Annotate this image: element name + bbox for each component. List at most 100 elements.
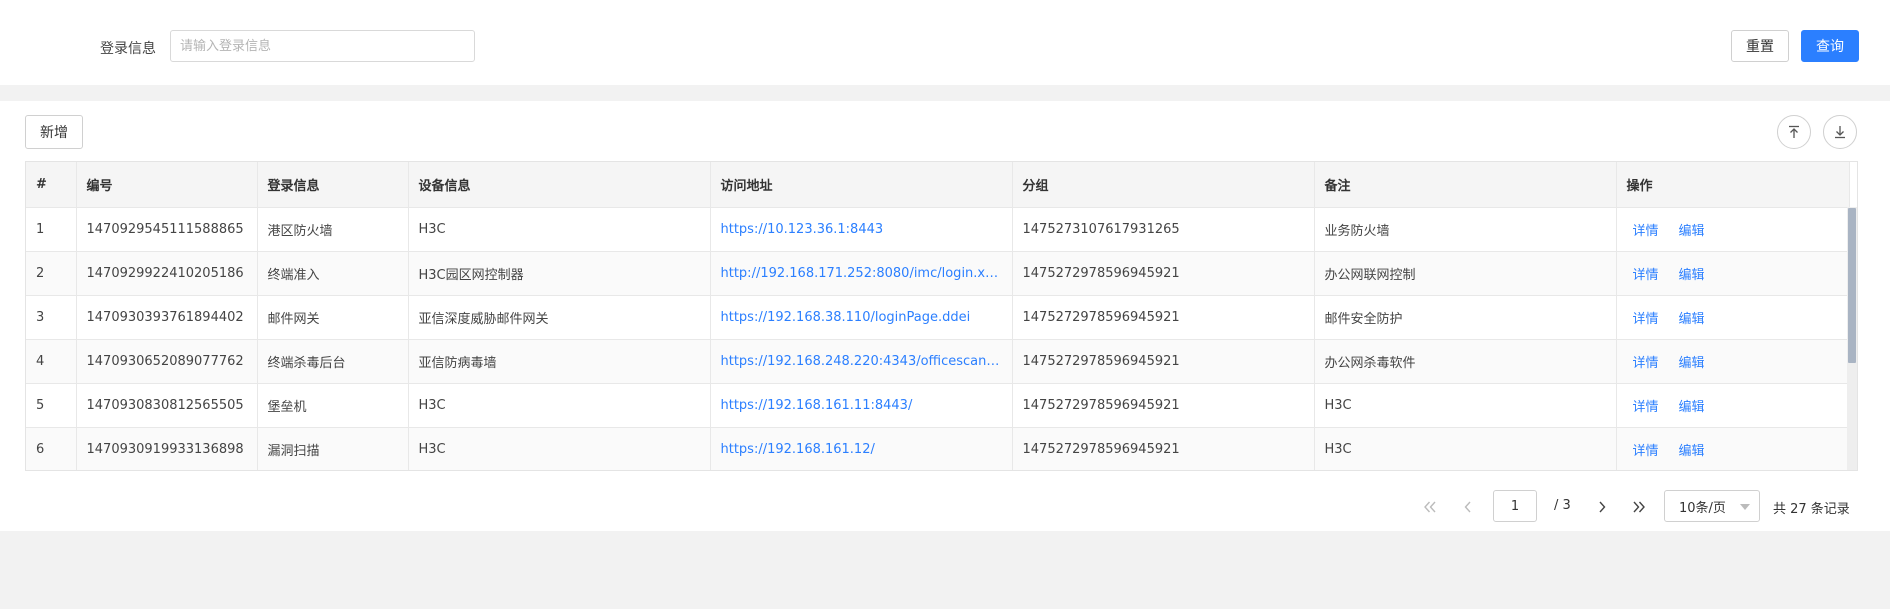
cell-remark: H3C — [1314, 383, 1617, 428]
chevron-left-icon — [1464, 501, 1471, 513]
cell-login: 终端杀毒后台 — [257, 339, 409, 384]
cell-url-link[interactable]: https://192.168.161.12/ — [710, 427, 1013, 470]
prev-page-button[interactable] — [1458, 497, 1478, 517]
cell-group: 1475272978596945921 — [1012, 339, 1315, 384]
cell-id: 1470930919933136898 — [76, 427, 258, 470]
cell-remark: 邮件安全防护 — [1314, 295, 1617, 340]
edit-link[interactable]: 编辑 — [1679, 312, 1705, 327]
edit-link[interactable]: 编辑 — [1679, 356, 1705, 371]
cell-device: H3C — [408, 207, 711, 252]
table-row: 1 1470929545111588865 港区防火墙 H3C https://… — [26, 207, 1850, 252]
cell-device: H3C园区网控制器 — [408, 251, 711, 296]
row-index: 4 — [26, 339, 77, 384]
table-row: 2 1470929922410205186 终端准入 H3C园区网控制器 htt… — [26, 251, 1850, 296]
cell-remark: 业务防火墙 — [1314, 207, 1617, 252]
cell-url-link[interactable]: https://192.168.38.110/loginPage.ddei — [710, 295, 1013, 340]
cell-group: 1475272978596945921 — [1012, 427, 1315, 470]
cell-remark: 办公网杀毒软件 — [1314, 339, 1617, 384]
cell-actions: 详情 编辑 — [1616, 295, 1850, 340]
cell-group: 1475272978596945921 — [1012, 295, 1315, 340]
detail-link[interactable]: 详情 — [1633, 224, 1659, 239]
table-row: 3 1470930393761894402 邮件网关 亚信深度威胁邮件网关 ht… — [26, 295, 1850, 340]
cell-remark: 办公网联网控制 — [1314, 251, 1617, 296]
detail-link[interactable]: 详情 — [1633, 444, 1659, 459]
cell-group: 1475273107617931265 — [1012, 207, 1315, 252]
download-button[interactable] — [1823, 115, 1857, 149]
column-header: # — [26, 162, 77, 208]
cell-actions: 详情 编辑 — [1616, 427, 1850, 470]
upload-icon — [1789, 125, 1799, 138]
row-index: 6 — [26, 427, 77, 470]
cell-device: 亚信深度威胁邮件网关 — [408, 295, 711, 340]
cell-actions: 详情 编辑 — [1616, 339, 1850, 384]
detail-link[interactable]: 详情 — [1633, 312, 1659, 327]
upload-button[interactable] — [1777, 115, 1811, 149]
cell-login: 邮件网关 — [257, 295, 409, 340]
column-header: 备注 — [1314, 162, 1617, 208]
reset-button[interactable]: 重置 — [1731, 30, 1789, 62]
detail-link[interactable]: 详情 — [1633, 400, 1659, 415]
search-label: 登录信息 — [100, 41, 156, 57]
column-header: 分组 — [1012, 162, 1315, 208]
total-records: 共 27 条记录 — [1773, 502, 1850, 517]
cell-url-link[interactable]: https://192.168.161.11:8443/ — [710, 383, 1013, 428]
query-button[interactable]: 查询 — [1801, 30, 1859, 62]
add-button[interactable]: 新增 — [25, 115, 83, 149]
edit-link[interactable]: 编辑 — [1679, 224, 1705, 239]
cell-id: 1470930830812565505 — [76, 383, 258, 428]
cell-actions: 详情 编辑 — [1616, 207, 1850, 252]
cell-remark: H3C — [1314, 427, 1617, 470]
table-row: 4 1470930652089077762 终端杀毒后台 亚信防病毒墙 http… — [26, 339, 1850, 384]
cell-login: 终端准入 — [257, 251, 409, 296]
first-page-button[interactable] — [1420, 497, 1440, 517]
caret-down-icon — [1740, 504, 1750, 510]
column-header: 设备信息 — [408, 162, 711, 208]
column-header: 操作 — [1616, 162, 1850, 208]
column-header: 访问地址 — [710, 162, 1013, 208]
detail-link[interactable]: 详情 — [1633, 356, 1659, 371]
page-size-value: 10条/页 — [1679, 500, 1726, 516]
row-index: 3 — [26, 295, 77, 340]
cell-url-link[interactable]: https://10.123.36.1:8443 — [710, 207, 1013, 252]
cell-device: 亚信防病毒墙 — [408, 339, 711, 384]
search-input[interactable] — [170, 30, 475, 62]
cell-id: 1470929922410205186 — [76, 251, 258, 296]
detail-link[interactable]: 详情 — [1633, 268, 1659, 283]
row-index: 5 — [26, 383, 77, 428]
column-header: 编号 — [76, 162, 258, 208]
data-table: # 编号 登录信息 设备信息 访问地址 分组 备注 操作 1 147092954… — [25, 161, 1858, 471]
edit-link[interactable]: 编辑 — [1679, 444, 1705, 459]
table-header-row: # 编号 登录信息 设备信息 访问地址 分组 备注 操作 — [26, 162, 1850, 208]
cell-device: H3C — [408, 427, 711, 470]
cell-url-link[interactable]: http://192.168.171.252:8080/imc/login.xh… — [710, 251, 1013, 296]
table-scrollbar-thumb[interactable] — [1848, 208, 1856, 363]
last-page-button[interactable] — [1629, 497, 1649, 517]
cell-id: 1470929545111588865 — [76, 207, 258, 252]
column-header: 登录信息 — [257, 162, 409, 208]
next-page-button[interactable] — [1592, 497, 1612, 517]
chevron-right-icon — [1599, 501, 1606, 513]
cell-login: 堡垒机 — [257, 383, 409, 428]
table-row: 6 1470930919933136898 漏洞扫描 H3C https://1… — [26, 427, 1850, 470]
total-pages: / 3 — [1554, 498, 1571, 513]
cell-login: 港区防火墙 — [257, 207, 409, 252]
download-icon — [1835, 126, 1845, 139]
cell-actions: 详情 编辑 — [1616, 383, 1850, 428]
table-row: 5 1470930830812565505 堡垒机 H3C https://19… — [26, 383, 1850, 428]
cell-device: H3C — [408, 383, 711, 428]
double-chevron-left-icon — [1424, 501, 1436, 513]
double-chevron-right-icon — [1633, 501, 1645, 513]
main-panel: 新增 # 编号 登录信息 设备信息 访问地址 分组 备注 操作 1 147092… — [0, 101, 1890, 531]
cell-id: 1470930393761894402 — [76, 295, 258, 340]
cell-id: 1470930652089077762 — [76, 339, 258, 384]
row-index: 2 — [26, 251, 77, 296]
cell-actions: 详情 编辑 — [1616, 251, 1850, 296]
row-index: 1 — [26, 207, 77, 252]
edit-link[interactable]: 编辑 — [1679, 400, 1705, 415]
cell-url-link[interactable]: https://192.168.248.220:4343/officescan/… — [710, 339, 1013, 384]
edit-link[interactable]: 编辑 — [1679, 268, 1705, 283]
page-number-input[interactable] — [1493, 490, 1537, 522]
search-panel: 登录信息 重置 查询 — [0, 0, 1890, 85]
cell-login: 漏洞扫描 — [257, 427, 409, 470]
page-size-select[interactable]: 10条/页 — [1664, 490, 1760, 522]
